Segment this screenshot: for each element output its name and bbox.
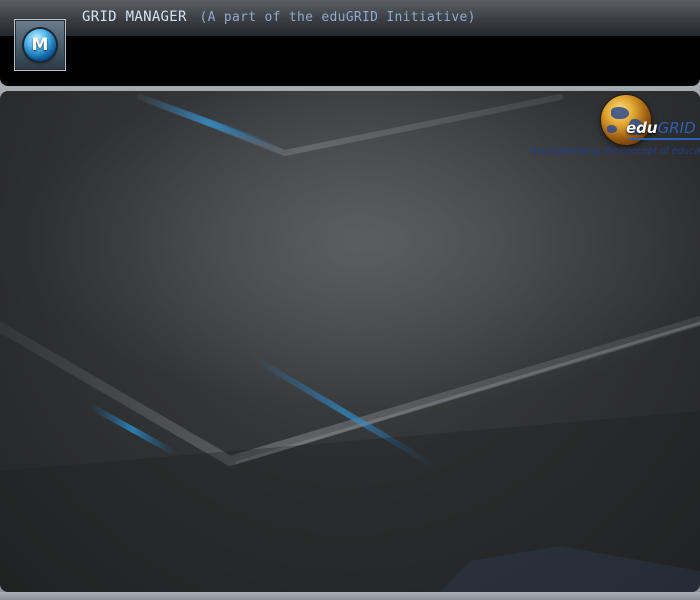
edugrid-logo: eduGRID Revolutionizing the concept of e… xyxy=(528,93,700,163)
logo-tagline: Revolutionizing the concept of education xyxy=(530,146,700,157)
app-subtitle: (A part of the eduGRID Initiative) xyxy=(199,10,476,25)
header-bar: GRID MANAGER (A part of the eduGRID Init… xyxy=(0,0,700,86)
app-window: GRID MANAGER (A part of the eduGRID Init… xyxy=(0,0,700,600)
page-title: GRID MANAGER (A part of the eduGRID Init… xyxy=(82,9,476,25)
logo-brand-grid: GRID xyxy=(657,119,696,137)
logo-brand-edu: edu xyxy=(626,119,658,137)
footer-strip xyxy=(0,592,700,600)
app-logo-letter: M xyxy=(24,29,56,61)
logo-underline xyxy=(629,138,700,140)
app-logo-m-icon[interactable]: M xyxy=(14,19,66,71)
main-content-panel: eduGRID Revolutionizing the concept of e… xyxy=(0,91,700,592)
logo-wordmark: eduGRID xyxy=(626,119,696,137)
app-title: GRID MANAGER xyxy=(82,9,187,25)
background-art xyxy=(0,91,700,592)
